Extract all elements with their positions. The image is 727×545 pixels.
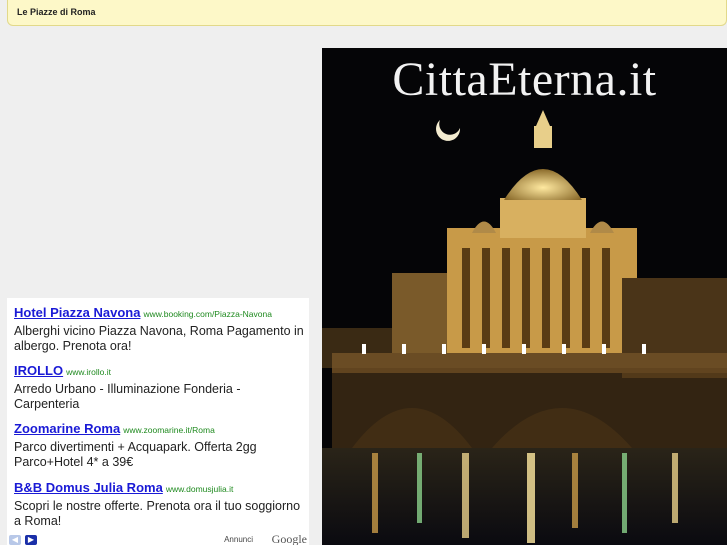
ad-item[interactable]: B&B Domus Julia Roma www.domusjulia.it Sc… — [14, 479, 304, 529]
ad-title-link[interactable]: Zoomarine Roma — [14, 421, 120, 436]
site-logo-title: CittaEterna.it — [392, 53, 657, 106]
ad-description: Alberghi vicino Piazza Navona, Roma Paga… — [14, 324, 304, 353]
ad-url[interactable]: www.zoomarine.it/Roma — [123, 425, 215, 435]
google-logo[interactable]: Google — [272, 532, 307, 545]
ad-title-link[interactable]: IROLLO — [14, 363, 63, 378]
ad-description: Parco divertimenti + Acquapark. Offerta … — [14, 440, 257, 469]
top-bar: Le Piazze di Roma — [7, 0, 727, 26]
ad-url[interactable]: www.irollo.it — [66, 367, 111, 377]
chevron-right-icon[interactable]: ▶ — [25, 535, 37, 545]
rome-night-illustration — [322, 48, 727, 545]
ad-title-link[interactable]: B&B Domus Julia Roma — [14, 480, 163, 495]
ads-label[interactable]: Annunci — [224, 535, 253, 544]
ad-description: Scopri le nostre offerte. Prenota ora il… — [14, 499, 301, 528]
ad-item[interactable]: IROLLO www.irollo.it Arredo Urbano - Illu… — [14, 362, 304, 412]
ad-url[interactable]: www.domusjulia.it — [166, 484, 234, 494]
ad-item[interactable]: Zoomarine Roma www.zoomarine.it/Roma Parc… — [14, 420, 304, 470]
ad-title-link[interactable]: Hotel Piazza Navona — [14, 305, 140, 320]
ad-url[interactable]: www.booking.com/Piazza-Navona — [143, 309, 272, 319]
ad-item[interactable]: Hotel Piazza Navona www.booking.com/Piazz… — [14, 304, 304, 354]
ad-footer: ◀ ▶ Annunci Google — [7, 532, 309, 545]
hero-photo: CittaEterna.it — [322, 48, 727, 545]
ad-block: Hotel Piazza Navona www.booking.com/Piazz… — [7, 298, 309, 545]
breadcrumb[interactable]: Le Piazze di Roma — [17, 7, 96, 17]
ad-description: Arredo Urbano - Illuminazione Fonderia -… — [14, 382, 241, 411]
chevron-left-icon[interactable]: ◀ — [9, 535, 21, 545]
